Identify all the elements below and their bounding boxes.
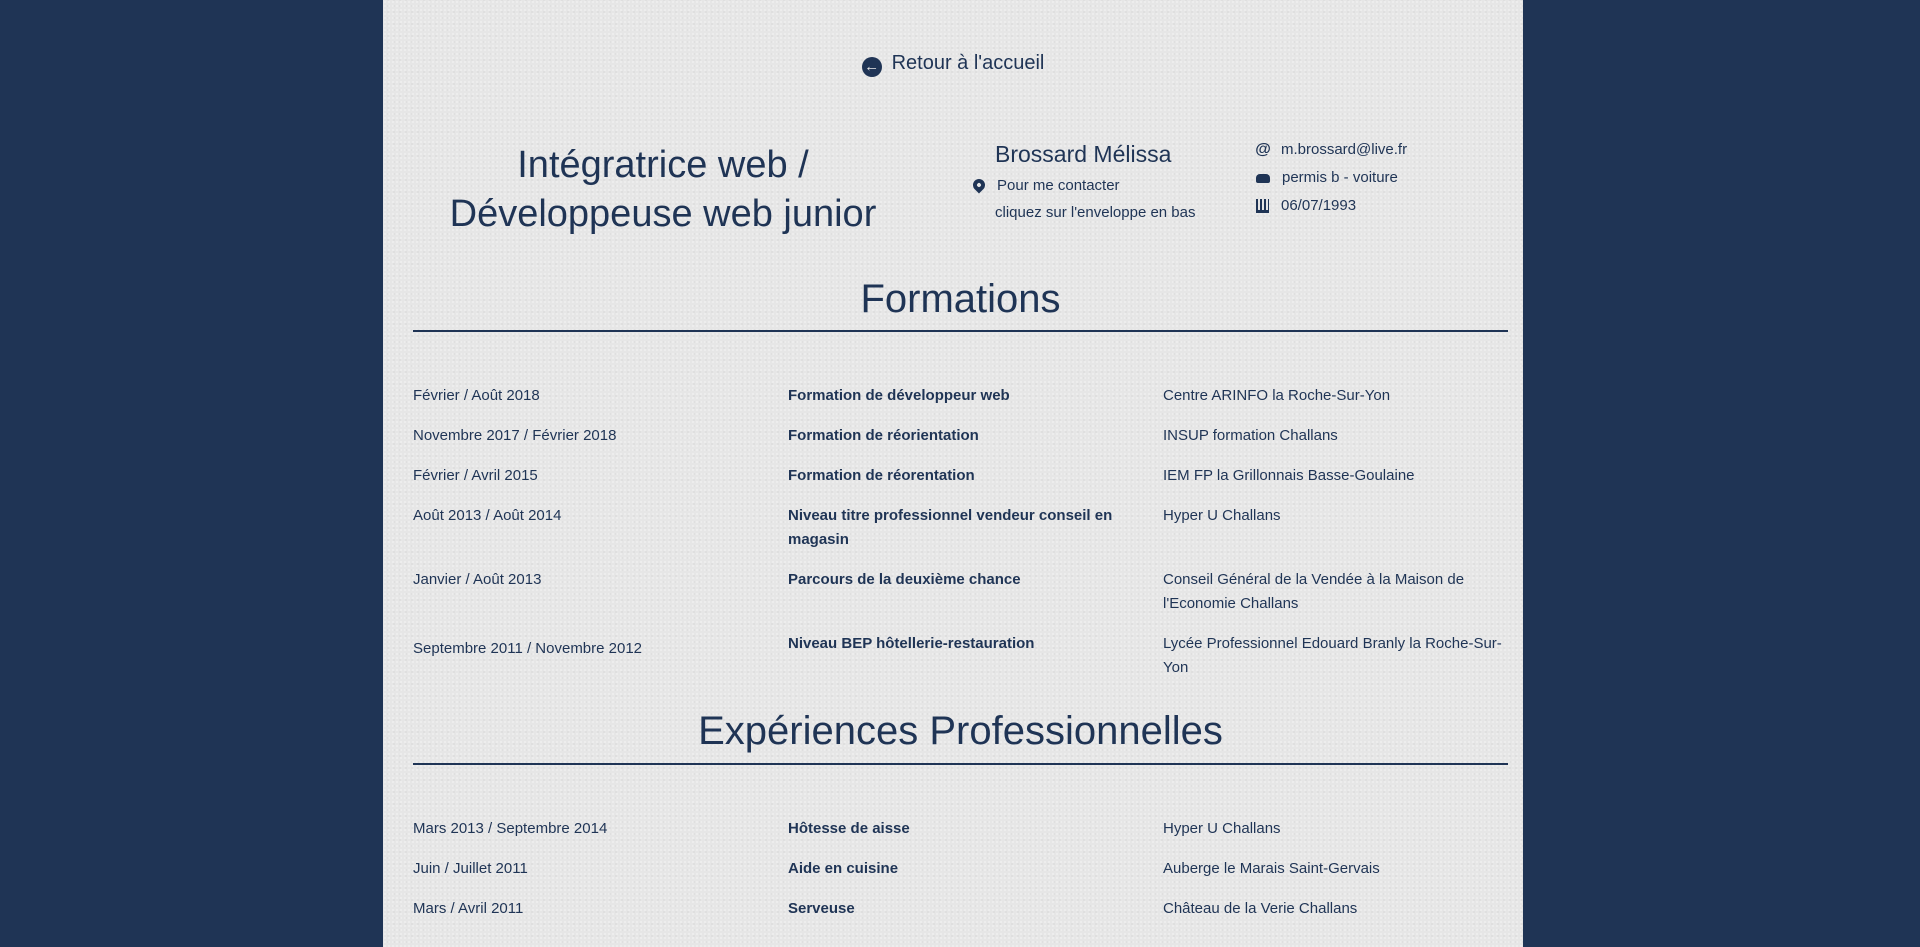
identity-block: Brossard Mélissa Pour me contacter cliqu… — [970, 140, 1213, 226]
license-row: permis b - voiture — [1255, 164, 1495, 192]
at-icon: @ — [1255, 141, 1271, 158]
formation-date: Septembre 2011 / Novembre 2012 — [413, 640, 643, 657]
formation-date: Janvier / Août 2013 — [413, 571, 542, 588]
formation-place: Lycée Professionnel Edouard Branly la Ro… — [1163, 635, 1502, 676]
formation-title: Parcours de la deuxième chance — [788, 571, 1021, 588]
experience-date: Mars 2013 / Septembre 2014 — [413, 820, 608, 837]
person-name: Brossard Mélissa — [995, 141, 1172, 167]
formation-title: Formation de réorentation — [788, 467, 975, 484]
formation-place: Centre ARINFO la Roche-Sur-Yon — [1163, 387, 1391, 404]
formations-heading: Formations — [860, 277, 1061, 321]
back-home-link[interactable]: ← Retour à l'accueil — [383, 52, 1523, 77]
experience-title: Serveuse — [788, 900, 855, 917]
job-title: Intégratrice web / Développeuse web juni… — [443, 141, 883, 239]
contact-line1: Pour me contacter — [997, 177, 1120, 194]
formation-place: Conseil Général de la Vendée à la Maison… — [1163, 571, 1465, 612]
map-marker-icon — [970, 176, 988, 194]
contact-hint: Pour me contacter cliquez sur l'envelopp… — [970, 172, 1213, 226]
formation-place: IEM FP la Grillonnais Basse-Goulaine — [1163, 467, 1415, 484]
birthday-cake-icon — [1256, 199, 1269, 213]
contact-line2: cliquez sur l'enveloppe en bas — [995, 204, 1196, 221]
job-title-line1: Intégratrice web / — [517, 144, 809, 186]
email-text: m.brossard@live.fr — [1281, 141, 1408, 158]
formation-date: Février / Avril 2015 — [413, 467, 538, 484]
birthdate-text: 06/07/1993 — [1281, 197, 1357, 214]
experience-title: Hôtesse de aisse — [788, 820, 910, 837]
formation-title: Niveau titre professionnel vendeur conse… — [788, 507, 1113, 548]
car-icon — [1256, 173, 1270, 183]
formation-date: Novembre 2017 / Février 2018 — [413, 427, 617, 444]
formation-title: Formation de réorientation — [788, 427, 979, 444]
back-home-label: Retour à l'accueil — [891, 52, 1045, 74]
cv-page: ← Retour à l'accueil Intégratrice web / D… — [383, 0, 1523, 947]
license-text: permis b - voiture — [1282, 169, 1398, 186]
experience-date: Juin / Juillet 2011 — [413, 860, 528, 877]
formation-title: Niveau BEP hôtellerie-restauration — [788, 635, 1035, 652]
formation-date: Février / Août 2018 — [413, 387, 540, 404]
experience-date: Mars / Avril 2011 — [413, 900, 524, 917]
circle-arrow-left-icon: ← — [861, 57, 882, 77]
formation-place: Hyper U Challans — [1163, 507, 1281, 524]
formation-date: Août 2013 / Août 2014 — [413, 507, 562, 524]
info-block: @ m.brossard@live.fr permis b - voiture … — [1255, 136, 1495, 220]
experience-place: Hyper U Challans — [1163, 820, 1281, 837]
formation-place: INSUP formation Challans — [1163, 427, 1338, 444]
experience-title: Aide en cuisine — [788, 860, 899, 877]
experiences-divider — [413, 763, 1508, 765]
experience-place: Château de la Verie Challans — [1163, 900, 1358, 917]
formations-divider — [413, 330, 1508, 332]
job-title-line2: Développeuse web junior — [449, 193, 877, 235]
experiences-heading: Expériences Professionnelles — [698, 709, 1223, 753]
email-row: @ m.brossard@live.fr — [1255, 136, 1495, 164]
experience-place: Auberge le Marais Saint-Gervais — [1163, 860, 1380, 877]
birthdate-row: 06/07/1993 — [1255, 192, 1495, 220]
formation-title: Formation de développeur web — [788, 387, 1010, 404]
